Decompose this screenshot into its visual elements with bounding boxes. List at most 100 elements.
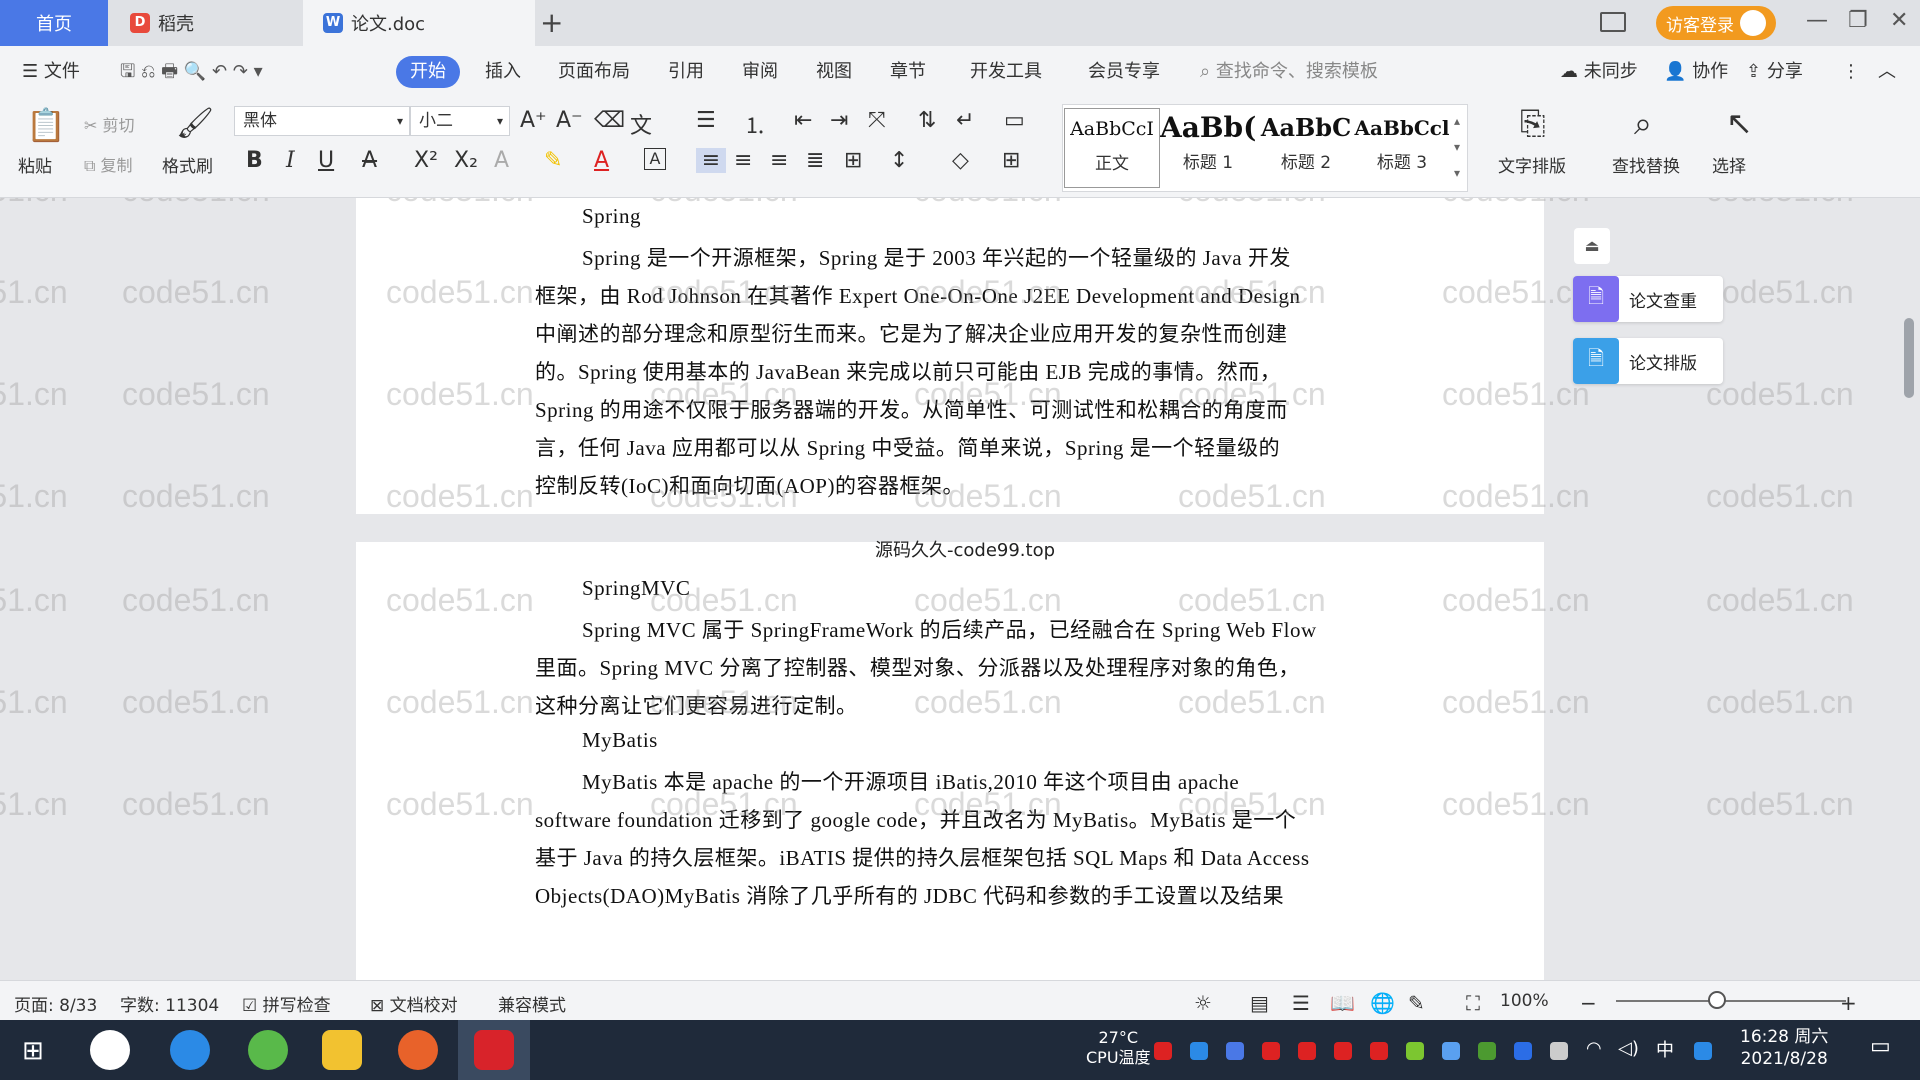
shading-icon[interactable]: ◇ bbox=[952, 148, 969, 173]
phonetic-icon[interactable]: 文 bbox=[630, 108, 652, 140]
file-explorer-icon[interactable] bbox=[322, 1030, 362, 1070]
zoom-in-icon[interactable]: + bbox=[1840, 991, 1857, 1015]
web-view-icon[interactable]: 🌐 bbox=[1370, 991, 1395, 1015]
new-tab-button[interactable]: + bbox=[540, 6, 563, 39]
volume-icon[interactable]: ◁) bbox=[1618, 1038, 1639, 1059]
reading-view-icon[interactable]: 📖 bbox=[1330, 991, 1355, 1015]
text-layout-button[interactable]: 文字排版 bbox=[1498, 152, 1566, 177]
menu-references[interactable]: 引用 bbox=[668, 56, 704, 88]
highlight-icon[interactable]: ✎ bbox=[544, 148, 562, 173]
tray-app-icon[interactable] bbox=[1442, 1042, 1460, 1060]
file-menu[interactable]: ☰ 文件 bbox=[22, 56, 80, 88]
underline-icon[interactable]: U bbox=[318, 148, 334, 173]
clear-format-icon[interactable]: ⌫ bbox=[594, 108, 625, 133]
borders-icon[interactable]: ⊞ bbox=[1002, 148, 1020, 173]
eject-panel-icon[interactable]: ⏏ bbox=[1574, 228, 1610, 264]
sync-status[interactable]: ☁ 未同步 bbox=[1560, 56, 1638, 88]
doc-proof-button[interactable]: ⊠ 文档校对 bbox=[370, 991, 458, 1016]
tray-app-icon[interactable] bbox=[1262, 1042, 1280, 1060]
page-count[interactable]: 页面: 8/33 bbox=[14, 991, 97, 1016]
superscript-icon[interactable]: X² bbox=[414, 148, 438, 173]
outline-view-icon[interactable]: ☰ bbox=[1292, 991, 1310, 1015]
paper-check-button[interactable]: 🗎 论文查重 bbox=[1573, 276, 1723, 322]
style-gallery-scroll[interactable]: ▴ ▾ ▾ bbox=[1454, 108, 1460, 186]
align-left-icon[interactable]: ≡ bbox=[696, 148, 726, 173]
decrease-indent-icon[interactable]: ⇤ bbox=[794, 108, 812, 133]
text-effect-icon[interactable]: A bbox=[494, 148, 509, 173]
zoom-slider-handle[interactable] bbox=[1708, 991, 1726, 1009]
zoom-out-icon[interactable]: − bbox=[1580, 991, 1597, 1015]
zoom-level[interactable]: 100% bbox=[1500, 991, 1549, 1011]
menu-member[interactable]: 会员专享 bbox=[1088, 56, 1160, 88]
tray-app-icon[interactable] bbox=[1298, 1042, 1316, 1060]
tray-app-icon[interactable] bbox=[1478, 1042, 1496, 1060]
tray-app-icon[interactable] bbox=[1154, 1042, 1172, 1060]
menu-view[interactable]: 视图 bbox=[816, 56, 852, 88]
bullets-icon[interactable]: ☰ bbox=[696, 108, 716, 133]
increase-indent-icon[interactable]: ⇥ bbox=[830, 108, 848, 133]
find-replace-button[interactable]: 查找替换 bbox=[1612, 152, 1680, 177]
qq-icon[interactable] bbox=[1694, 1042, 1712, 1060]
bold-icon[interactable]: B bbox=[246, 148, 263, 173]
tray-app-icon[interactable] bbox=[1190, 1042, 1208, 1060]
notification-icon[interactable]: ▭ bbox=[1870, 1034, 1891, 1059]
copy-button[interactable]: ⧉ 复制 bbox=[84, 152, 133, 176]
menu-page-layout[interactable]: 页面布局 bbox=[558, 56, 630, 88]
menu-developer[interactable]: 开发工具 bbox=[970, 56, 1042, 88]
windows-start-icon[interactable]: ⊞ bbox=[22, 1036, 44, 1066]
font-size-select[interactable]: 小二 ▾ bbox=[410, 106, 510, 136]
select-button[interactable]: 选择 bbox=[1712, 152, 1746, 177]
collab-button[interactable]: 👤 协作 bbox=[1664, 56, 1728, 88]
pen-icon[interactable]: ✎ bbox=[1408, 991, 1425, 1015]
eye-protection-icon[interactable]: ☼ bbox=[1194, 991, 1212, 1015]
more-icon[interactable]: ⋮ bbox=[1842, 56, 1860, 88]
visitor-login-button[interactable]: 访客登录 bbox=[1656, 6, 1776, 40]
tab-document[interactable]: W 论文.doc bbox=[303, 0, 535, 46]
spell-check-button[interactable]: ☑ 拼写检查 bbox=[242, 991, 331, 1016]
justify-icon[interactable]: ≣ bbox=[806, 148, 824, 173]
shrink-font-icon[interactable]: A⁻ bbox=[556, 108, 583, 133]
text-layout-icon[interactable]: ⎘ bbox=[1520, 104, 1546, 143]
style-heading-3[interactable]: AaBbCcl 标题 3 bbox=[1354, 108, 1450, 188]
distribute-icon[interactable]: ⊞ bbox=[844, 148, 862, 173]
document-page[interactable] bbox=[356, 542, 1544, 980]
align-center-icon[interactable]: ≡ bbox=[734, 148, 752, 173]
font-name-select[interactable]: 黑体 ▾ bbox=[234, 106, 410, 136]
cut-button[interactable]: ✂ 剪切 bbox=[84, 112, 135, 136]
scrollbar-thumb[interactable] bbox=[1904, 318, 1914, 398]
system-clock[interactable]: 16:28 周六 2021/8/28 bbox=[1740, 1026, 1828, 1070]
share-button[interactable]: ⇪ 分享 bbox=[1746, 56, 1803, 88]
ie-browser-icon[interactable] bbox=[170, 1030, 210, 1070]
subscript-icon[interactable]: X₂ bbox=[454, 148, 478, 173]
tab-daoke[interactable]: D 稻壳 bbox=[110, 0, 300, 46]
style-heading-1[interactable]: AaBb( 标题 1 bbox=[1160, 108, 1256, 188]
paper-layout-button[interactable]: 🗎 论文排版 bbox=[1573, 338, 1723, 384]
tray-app-icon[interactable] bbox=[1334, 1042, 1352, 1060]
select-cursor-icon[interactable]: ↖ bbox=[1726, 104, 1753, 142]
align-right-icon[interactable]: ≡ bbox=[770, 148, 788, 173]
fit-page-icon[interactable]: ⛶ bbox=[1466, 991, 1480, 1015]
menu-review[interactable]: 审阅 bbox=[742, 56, 778, 88]
zoom-slider[interactable] bbox=[1616, 1000, 1846, 1002]
style-heading-2[interactable]: AaBbC 标题 2 bbox=[1258, 108, 1354, 188]
grow-font-icon[interactable]: A⁺ bbox=[520, 108, 547, 133]
restore-icon[interactable]: ❐ bbox=[1848, 8, 1868, 33]
ime-indicator[interactable]: 中 bbox=[1656, 1036, 1674, 1062]
command-search[interactable]: ⌕ 查找命令、搜索模板 bbox=[1200, 56, 1378, 88]
reading-mode-icon[interactable] bbox=[1600, 12, 1626, 32]
tab-home[interactable]: 首页 bbox=[0, 0, 108, 46]
page-view-icon[interactable]: ▤ bbox=[1250, 991, 1269, 1015]
app-icon[interactable] bbox=[398, 1030, 438, 1070]
word-count[interactable]: 字数: 11304 bbox=[120, 991, 219, 1016]
show-marks-icon[interactable]: ↵ bbox=[956, 108, 974, 133]
line-spacing-icon[interactable]: ↕ bbox=[890, 148, 908, 173]
tray-app-icon[interactable] bbox=[1406, 1042, 1424, 1060]
minimize-icon[interactable]: — bbox=[1806, 8, 1828, 33]
character-border-icon[interactable]: A bbox=[644, 148, 666, 170]
italic-icon[interactable]: I bbox=[286, 148, 295, 173]
quick-access-icons[interactable]: 🖫 ⎌ 🖶 🔍 ↶ ↷ ▾ bbox=[120, 56, 263, 88]
menu-start[interactable]: 开始 bbox=[396, 56, 460, 88]
wps-taskbar-button[interactable] bbox=[458, 1020, 530, 1080]
paste-icon[interactable]: 📋 bbox=[26, 106, 66, 144]
format-painter-button[interactable]: 格式刷 bbox=[162, 152, 213, 177]
